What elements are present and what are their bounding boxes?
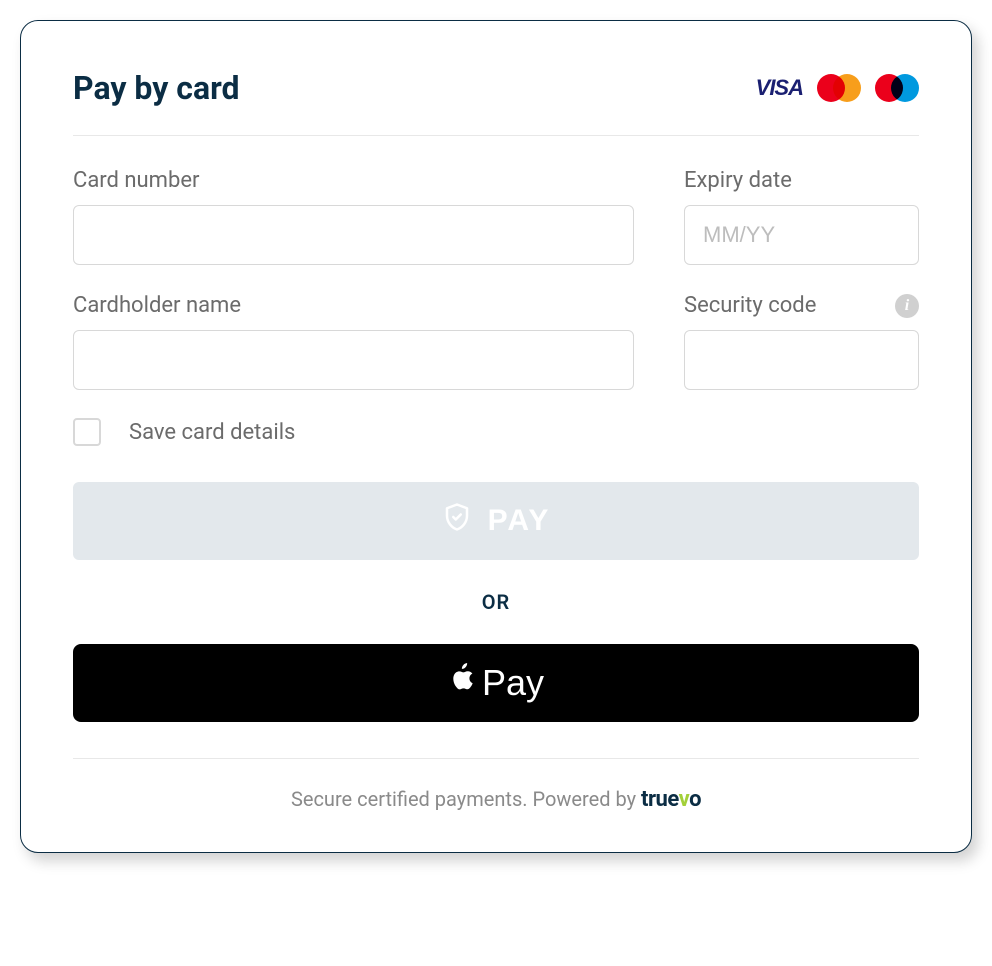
pay-button[interactable]: PAY bbox=[73, 482, 919, 560]
card-number-field-group: Card number bbox=[73, 168, 634, 265]
expiry-field-group: Expiry date bbox=[684, 168, 919, 265]
visa-icon: VISA bbox=[756, 75, 803, 101]
apple-icon bbox=[448, 662, 476, 704]
cardholder-label: Cardholder name bbox=[73, 293, 634, 318]
cardholder-field-group: Cardholder name bbox=[73, 293, 634, 390]
footer-text: Secure certified payments. Powered by bbox=[291, 787, 641, 811]
header: Pay by card VISA bbox=[73, 69, 919, 107]
save-card-checkbox[interactable] bbox=[73, 418, 101, 446]
security-code-field-group: Security code i bbox=[684, 293, 919, 390]
apple-pay-label: Pay bbox=[482, 662, 544, 704]
form-row-1: Card number Expiry date bbox=[73, 168, 919, 265]
info-icon[interactable]: i bbox=[895, 294, 919, 318]
security-code-label: Security code bbox=[684, 293, 816, 318]
footer-divider bbox=[73, 758, 919, 759]
card-number-label: Card number bbox=[73, 168, 634, 193]
expiry-label: Expiry date bbox=[684, 168, 919, 193]
save-card-label: Save card details bbox=[129, 420, 295, 445]
security-code-label-row: Security code i bbox=[684, 293, 919, 318]
form-row-2: Cardholder name Security code i bbox=[73, 293, 919, 390]
pay-button-label: PAY bbox=[488, 504, 551, 538]
mastercard-icon bbox=[817, 74, 861, 102]
apple-pay-button[interactable]: Pay bbox=[73, 644, 919, 722]
expiry-input[interactable] bbox=[684, 205, 919, 265]
save-card-row: Save card details bbox=[73, 418, 919, 446]
shield-check-icon bbox=[442, 502, 472, 540]
header-divider bbox=[73, 135, 919, 136]
truevo-logo: truevo bbox=[641, 787, 701, 812]
or-separator: OR bbox=[73, 590, 919, 614]
card-number-input[interactable] bbox=[73, 205, 634, 265]
footer: Secure certified payments. Powered by tr… bbox=[73, 787, 919, 812]
payment-card: Pay by card VISA Card number Expiry date… bbox=[20, 20, 972, 853]
card-brand-logos: VISA bbox=[756, 74, 919, 102]
cardholder-input[interactable] bbox=[73, 330, 634, 390]
security-code-input[interactable] bbox=[684, 330, 919, 390]
page-title: Pay by card bbox=[73, 69, 240, 107]
maestro-icon bbox=[875, 74, 919, 102]
